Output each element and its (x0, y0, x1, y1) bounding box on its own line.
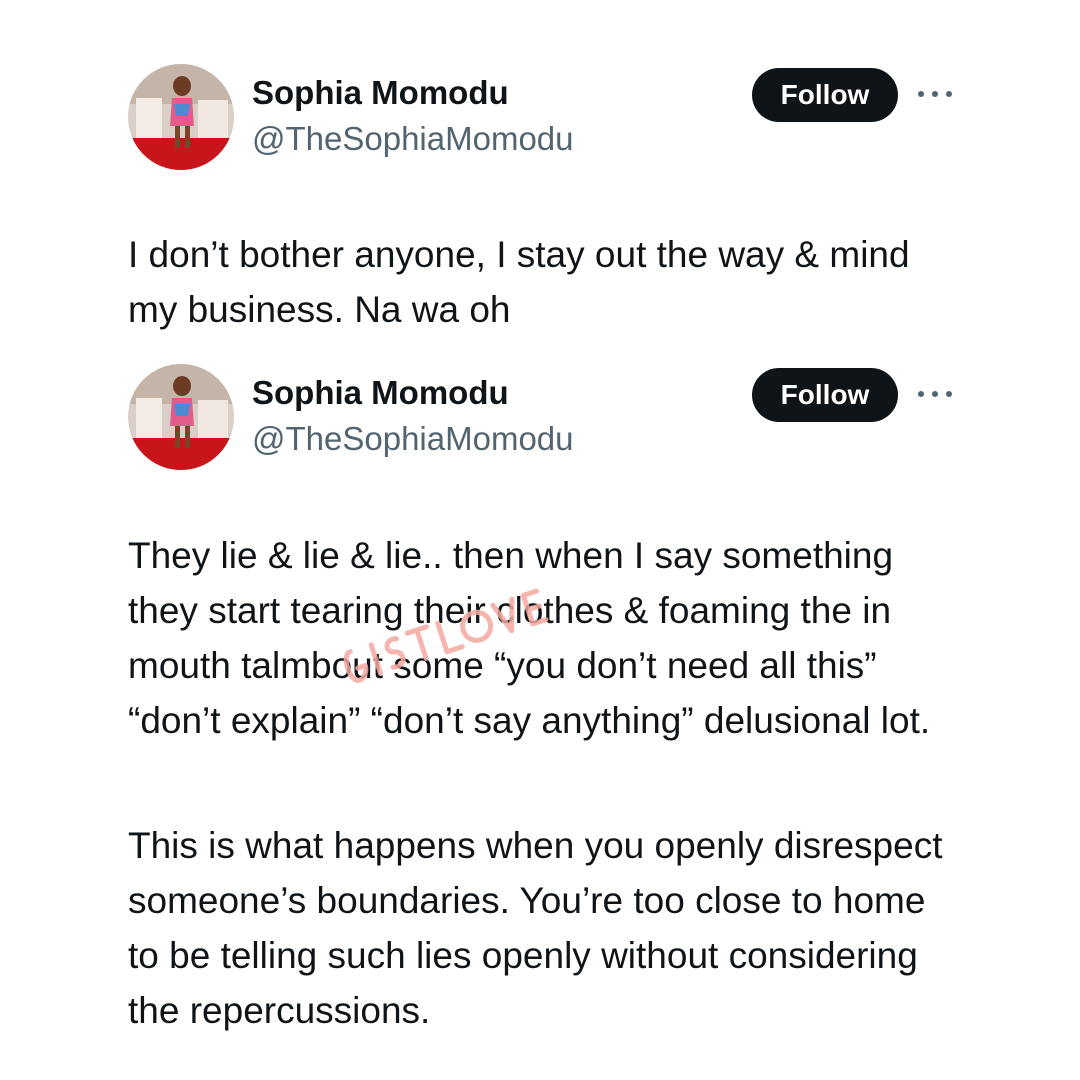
more-horizontal-icon[interactable] (918, 384, 952, 404)
avatar-photo (128, 364, 234, 470)
tweet-header: Sophia Momodu @TheSophiaMomodu Follow (128, 64, 958, 174)
display-name[interactable]: Sophia Momodu (252, 74, 509, 112)
follow-button[interactable]: Follow (752, 68, 898, 122)
user-handle[interactable]: @TheSophiaMomodu (252, 120, 574, 158)
tweet-text: This is what happens when you openly dis… (128, 825, 943, 1031)
avatar[interactable] (128, 64, 234, 170)
tweet-text: I don’t bother anyone, I stay out the wa… (128, 234, 910, 330)
more-horizontal-icon[interactable] (918, 84, 952, 104)
avatar-photo (128, 64, 234, 170)
avatar[interactable] (128, 364, 234, 470)
tweet-text: They lie & lie & lie.. then when I say s… (128, 535, 931, 741)
tweet-header: Sophia Momodu @TheSophiaMomodu Follow (128, 364, 958, 474)
follow-button[interactable]: Follow (752, 368, 898, 422)
user-handle[interactable]: @TheSophiaMomodu (252, 420, 574, 458)
display-name[interactable]: Sophia Momodu (252, 374, 509, 412)
